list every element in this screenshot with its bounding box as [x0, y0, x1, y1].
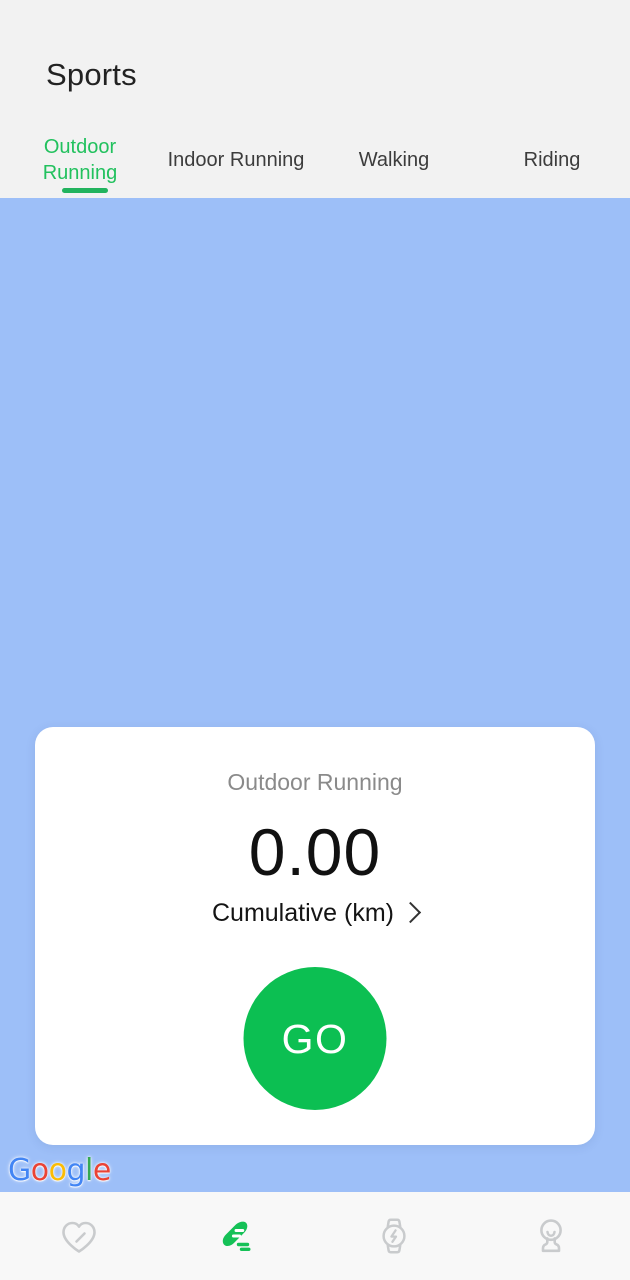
google-logo-letter-l: l: [85, 1153, 93, 1188]
google-logo-letter-g2: g: [66, 1153, 86, 1188]
tab-walking[interactable]: Walking: [338, 132, 450, 188]
nav-item-health[interactable]: [0, 1192, 158, 1280]
activity-summary-card: Outdoor Running 0.00 Cumulative (km) GO: [35, 727, 595, 1145]
tab-riding[interactable]: Riding: [492, 132, 612, 188]
tab-indoor-running[interactable]: Indoor Running: [150, 132, 322, 188]
tab-indoor-running-label: Indoor Running: [167, 149, 305, 171]
go-button[interactable]: GO: [243, 967, 387, 1110]
app-header: Sports Outdoor Running Indoor Running Wa…: [0, 0, 630, 198]
google-logo-letter-o2: o: [48, 1153, 67, 1188]
heart-health-icon: [56, 1213, 102, 1259]
page-title: Sports: [46, 57, 137, 92]
active-tab-indicator: [62, 188, 108, 193]
tab-outdoor-running[interactable]: Outdoor Running: [30, 132, 130, 188]
tab-riding-label: Riding: [523, 149, 581, 171]
cumulative-distance-label: Cumulative (km): [212, 899, 394, 927]
google-logo-letter-o1: o: [30, 1153, 49, 1188]
watch-device-icon: [371, 1213, 417, 1259]
person-profile-icon: [528, 1213, 574, 1259]
google-logo-letter-g1: G: [8, 1153, 31, 1188]
bottom-navigation-bar: [0, 1192, 630, 1280]
tab-outdoor-running-label: Outdoor Running: [42, 136, 118, 184]
cumulative-distance-link[interactable]: Cumulative (km): [35, 897, 595, 929]
google-logo-watermark: Google: [8, 1155, 111, 1187]
sport-type-tabs: Outdoor Running Indoor Running Walking R…: [0, 132, 630, 198]
tab-walking-label: Walking: [358, 149, 430, 171]
card-activity-type: Outdoor Running: [227, 769, 403, 795]
nav-item-device[interactable]: [315, 1192, 473, 1280]
nav-item-sports[interactable]: [158, 1192, 316, 1280]
card-distance-value: 0.00: [248, 815, 382, 889]
nav-item-profile[interactable]: [473, 1192, 630, 1280]
chevron-right-icon: [399, 901, 422, 923]
google-logo-letter-e: e: [92, 1153, 111, 1188]
app-screen: Sports Outdoor Running Indoor Running Wa…: [0, 0, 630, 1280]
running-shoe-icon: [213, 1213, 259, 1259]
go-button-label: GO: [281, 1015, 349, 1062]
